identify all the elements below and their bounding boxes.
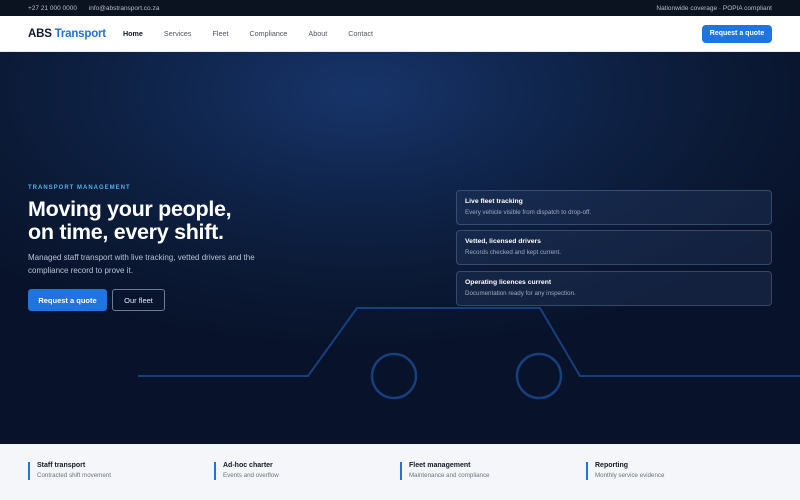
feature-description: Documentation ready for any inspection.	[465, 290, 576, 297]
service-fleet-management[interactable]: Fleet management Maintenance and complia…	[400, 462, 586, 480]
service-title: Staff transport	[37, 462, 86, 469]
hero-subtitle: Managed staff transport with live tracki…	[28, 253, 255, 275]
nav-item-about[interactable]: About	[308, 29, 327, 38]
main-navigation: ABS Transport Home Services Fleet Compli…	[0, 16, 800, 52]
nav-item-services[interactable]: Services	[164, 29, 192, 38]
nav-item-compliance[interactable]: Compliance	[249, 29, 287, 38]
services-strip: Staff transport Contracted shift movemen…	[0, 444, 800, 500]
headline-line-1: Moving your people,	[28, 197, 232, 221]
feature-card-licences: Operating licences current Documentation…	[456, 271, 772, 306]
feature-card-drivers: Vetted, licensed drivers Records checked…	[456, 230, 772, 265]
nav-item-fleet[interactable]: Fleet	[212, 29, 228, 38]
hero-request-quote-button[interactable]: Request a quote	[28, 289, 107, 311]
vehicle-body-outline	[138, 307, 800, 377]
logo-accent-text: Transport	[54, 27, 106, 40]
hero-eyebrow: TRANSPORT MANAGEMENT	[28, 185, 131, 191]
our-fleet-button[interactable]: Our fleet	[112, 289, 165, 311]
feature-description: Records checked and kept current.	[465, 249, 561, 256]
nav-menu: Home Services Fleet Compliance About Con…	[123, 29, 394, 38]
logo[interactable]: ABS Transport	[28, 28, 106, 40]
top-info-bar: +27 21 000 0000 info@abstransport.co.za …	[0, 0, 800, 16]
phone-number[interactable]: +27 21 000 0000	[28, 5, 77, 12]
front-wheel	[370, 352, 418, 400]
feature-title: Live fleet tracking	[465, 198, 523, 205]
service-reporting[interactable]: Reporting Monthly service evidence	[586, 462, 772, 480]
service-description: Maintenance and compliance	[409, 472, 490, 479]
email-address[interactable]: info@abstransport.co.za	[89, 5, 160, 12]
hero-headline: Moving your people, on time, every shift…	[28, 198, 358, 244]
service-staff-transport[interactable]: Staff transport Contracted shift movemen…	[28, 462, 214, 480]
feature-title: Vetted, licensed drivers	[465, 238, 541, 245]
service-description: Events and overflow	[223, 472, 279, 479]
nav-item-contact[interactable]: Contact	[348, 29, 373, 38]
service-title: Ad-hoc charter	[223, 462, 273, 469]
nav-item-home[interactable]: Home	[123, 29, 143, 38]
feature-card-tracking: Live fleet tracking Every vehicle visibl…	[456, 190, 772, 225]
hero-section: TRANSPORT MANAGEMENT Moving your people,…	[0, 52, 800, 444]
feature-description: Every vehicle visible from dispatch to d…	[465, 209, 592, 216]
rear-wheel	[515, 352, 563, 400]
service-description: Monthly service evidence	[595, 472, 665, 479]
contact-info: +27 21 000 0000 info@abstransport.co.za	[28, 5, 169, 12]
feature-title: Operating licences current	[465, 279, 552, 286]
service-title: Reporting	[595, 462, 629, 469]
service-description: Contracted shift movement	[37, 472, 111, 479]
headline-line-2: on time, every shift.	[28, 220, 224, 244]
request-quote-button[interactable]: Request a quote	[702, 24, 772, 43]
logo-main-text: ABS	[28, 27, 52, 40]
service-title: Fleet management	[409, 462, 471, 469]
service-ad-hoc-charter[interactable]: Ad-hoc charter Events and overflow	[214, 462, 400, 480]
coverage-note: Nationwide coverage · POPIA compliant	[656, 4, 772, 12]
